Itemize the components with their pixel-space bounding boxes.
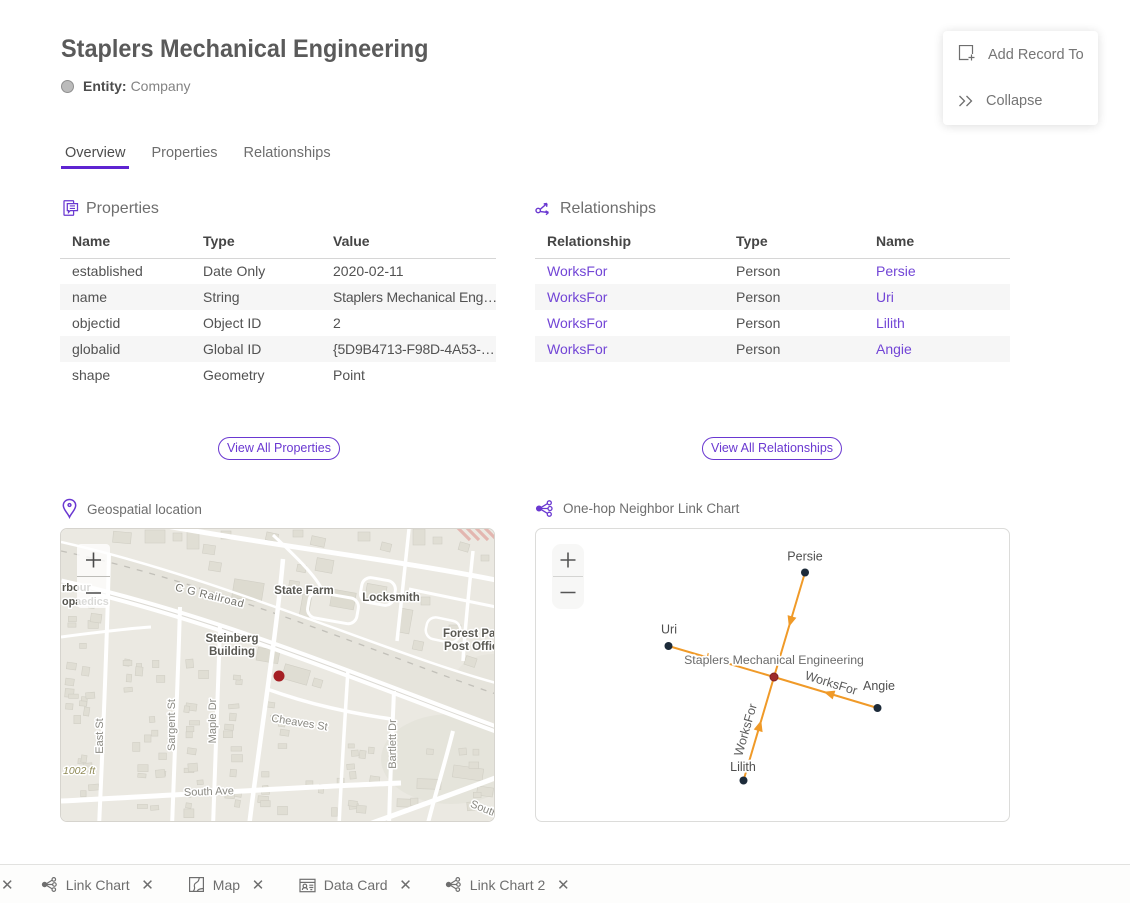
svg-text:Forest Park: Forest Park <box>443 628 495 640</box>
svg-text:1002 ft: 1002 ft <box>63 765 96 777</box>
svg-text:Sargent St: Sargent St <box>166 699 178 751</box>
svg-text:Lilith: Lilith <box>730 760 756 774</box>
svg-text:Post Office: Post Office <box>444 641 495 653</box>
svg-text:Steinberg: Steinberg <box>205 633 258 645</box>
svg-text:State Farm: State Farm <box>274 585 333 597</box>
svg-text:East St: East St <box>94 718 106 753</box>
svg-text:South Ave: South Ave <box>184 785 234 799</box>
svg-text:Building: Building <box>209 646 255 658</box>
svg-text:Maple Dr: Maple Dr <box>207 698 219 743</box>
svg-text:Staplers Mechanical Engineerin: Staplers Mechanical Engineering <box>684 653 864 667</box>
svg-text:Persie: Persie <box>787 550 822 564</box>
svg-text:Bartlett Dr: Bartlett Dr <box>387 719 399 769</box>
svg-text:Uri: Uri <box>661 623 677 637</box>
svg-text:Locksmith: Locksmith <box>362 592 420 604</box>
svg-text:Angie: Angie <box>863 679 895 693</box>
